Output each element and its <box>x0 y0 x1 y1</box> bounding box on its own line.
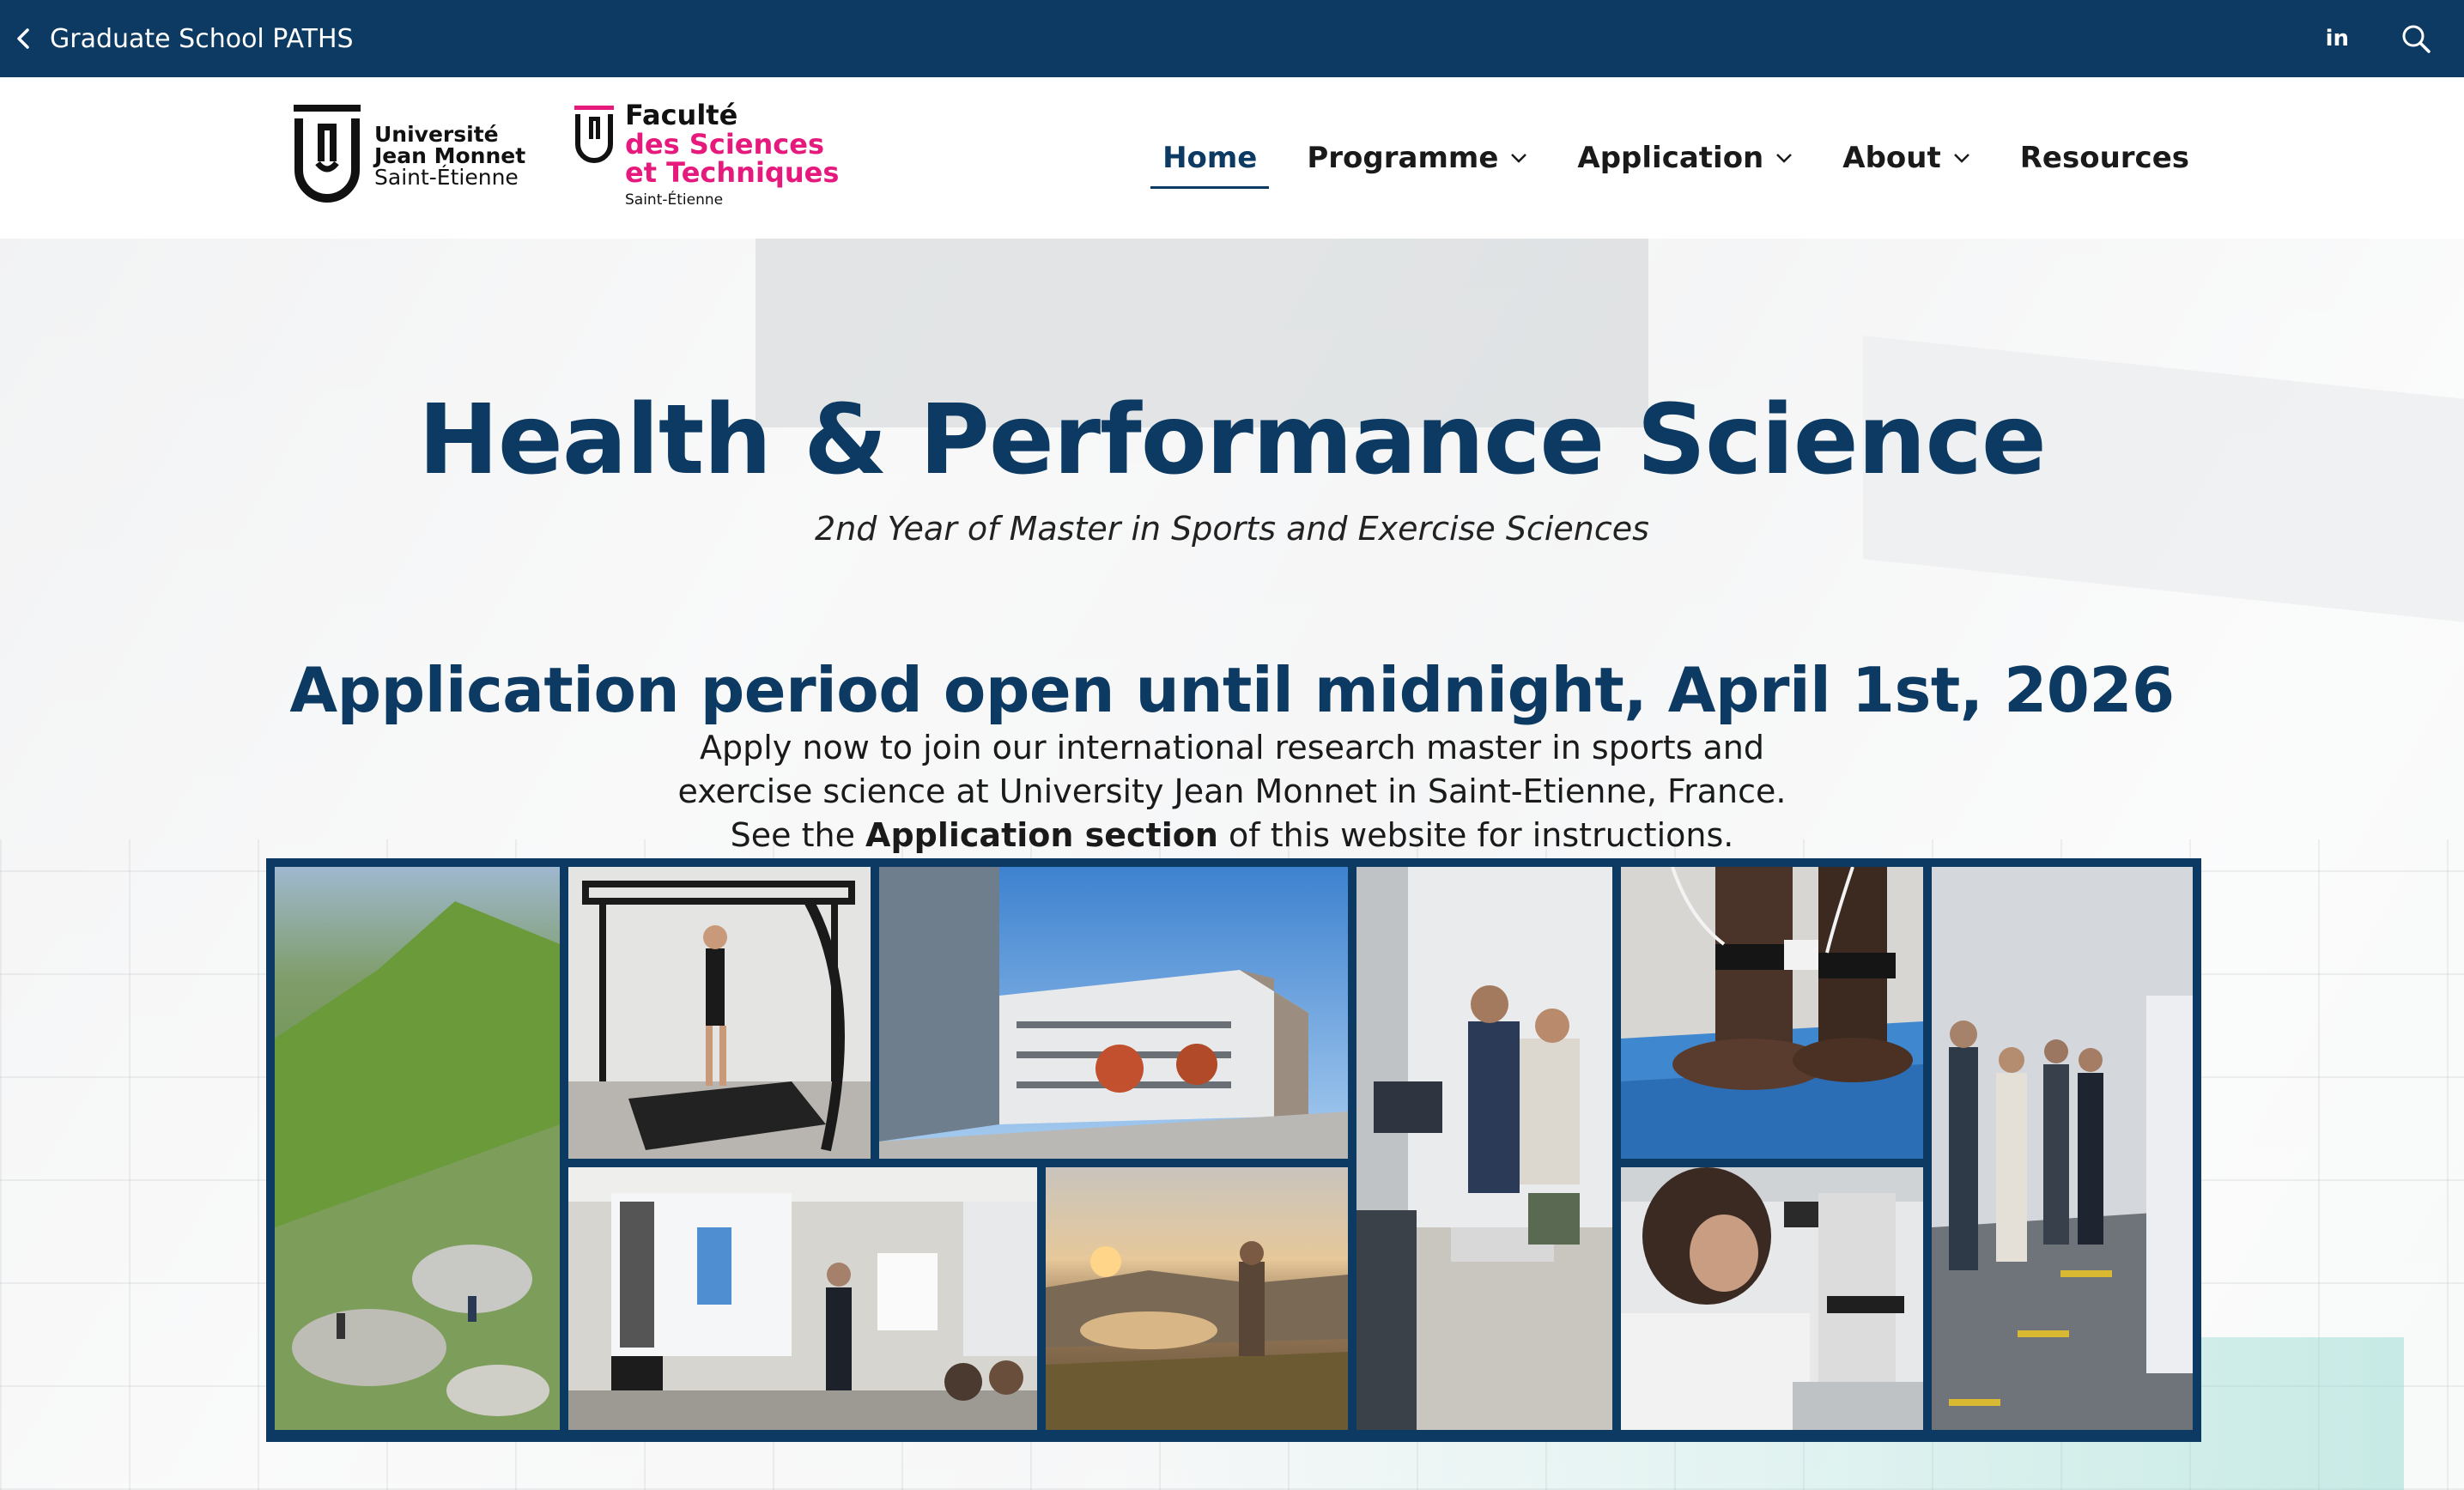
photo-campus-building <box>879 867 1348 1159</box>
nav-item-programme[interactable]: Programme <box>1307 132 1527 184</box>
back-link-label: Graduate School PATHS <box>50 23 354 54</box>
nav-item-label: Home <box>1162 141 1258 175</box>
photo-physiology-testing <box>1356 867 1612 1430</box>
photo-collage <box>266 858 2201 1442</box>
hero-text-line3-pre: See the <box>730 816 866 854</box>
ujm-logo-line1: Université <box>374 121 499 147</box>
fst-logo-line1: Faculté <box>625 99 738 131</box>
main-nav: Home Programme Application About Resourc… <box>1150 77 2189 239</box>
site-header: Université Jean Monnet Saint-Étienne Fac… <box>0 77 2464 239</box>
chevron-down-icon <box>1511 154 1527 163</box>
top-bar: Graduate School PATHS in <box>0 0 2464 77</box>
hero-text-line2: exercise science at University Jean Monn… <box>677 772 1787 810</box>
photo-corridor-group <box>1932 867 2193 1430</box>
hero-description: Apply now to join our international rese… <box>0 726 2464 857</box>
chevron-left-icon <box>17 28 29 49</box>
hero-text-line1: Apply now to join our international rese… <box>700 729 1764 766</box>
hero-text-line3: See the Application section of this webs… <box>0 814 2464 857</box>
chevron-down-icon <box>1953 154 1969 163</box>
nav-item-label: About <box>1842 141 1941 175</box>
photo-microscope <box>1621 1167 1923 1430</box>
nav-item-home[interactable]: Home <box>1150 132 1270 189</box>
nav-item-label: Resources <box>2019 141 2189 175</box>
photo-sunset-river <box>1046 1167 1348 1430</box>
nav-item-label: Programme <box>1307 141 1499 175</box>
hero-subtitle: 2nd Year of Master in Sports and Exercis… <box>815 510 1649 548</box>
fst-logo[interactable]: Faculté des Sciences et Techniques Saint… <box>574 99 840 209</box>
nav-item-label: Application <box>1577 141 1764 175</box>
nav-item-about[interactable]: About <box>1842 132 1969 184</box>
ujm-emblem-icon <box>294 105 361 203</box>
nav-item-resources[interactable]: Resources <box>2020 132 2189 184</box>
photo-lecture-room <box>568 1167 1037 1430</box>
fst-logo-line4: Saint-Étienne <box>625 191 724 209</box>
photo-mountain-hikers <box>275 867 560 1430</box>
nav-item-application[interactable]: Application <box>1577 132 1793 184</box>
photo-ankle-sensors <box>1621 867 1923 1159</box>
hero-text-line3-post: of this website for instructions. <box>1217 816 1734 854</box>
application-deadline: Application period open until midnight, … <box>289 654 2175 726</box>
ujm-logo-line3: Saint-Étienne <box>374 164 519 190</box>
fst-logo-line3: et Techniques <box>625 156 840 190</box>
chevron-down-icon <box>1776 154 1793 163</box>
ujm-logo[interactable]: Université Jean Monnet Saint-Étienne <box>292 103 525 208</box>
linkedin-icon[interactable]: in <box>2326 26 2349 51</box>
fst-logo-line2: des Sciences <box>625 127 824 161</box>
graduate-school-back-link[interactable]: Graduate School PATHS <box>15 0 354 77</box>
application-section-link[interactable]: Application section <box>865 816 1218 854</box>
hero-title: Health & Performance Science <box>418 385 2047 496</box>
search-icon[interactable] <box>2400 23 2431 54</box>
fst-emblem-icon <box>574 106 614 163</box>
ujm-logo-line2: Jean Monnet <box>374 142 526 168</box>
photo-treadmill-lab <box>568 867 871 1159</box>
